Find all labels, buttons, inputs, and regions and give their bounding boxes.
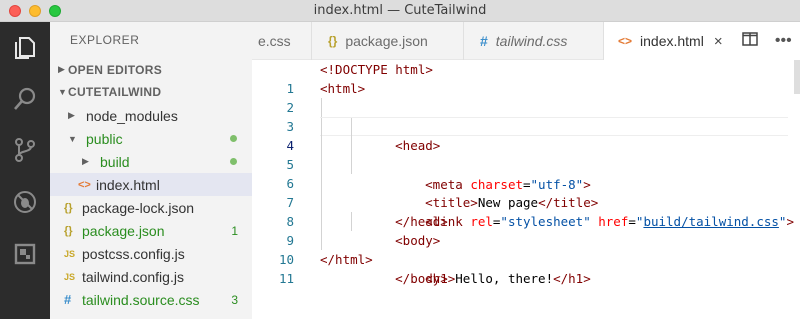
code-line: 8 <body> [252,193,800,248]
tree-item-node-modules[interactable]: ▶ node_modules [50,104,252,127]
activity-source-control[interactable] [0,130,50,170]
code-line: 2 <html> [252,79,800,115]
tree-item-index-html[interactable]: <> index.html [50,173,252,196]
chevron-down-icon: ▼ [58,86,67,97]
code-token: </body> [395,271,448,286]
tree-item-label: node_modules [86,107,178,124]
editor-actions: ••• [734,22,800,60]
code-line-current: 4 <meta charset="utf-8"> [252,117,800,192]
tree-item-label: package-lock.json [82,199,195,216]
title-bar: index.html — CuteTailwind [0,0,800,22]
code-token: <!DOCTYPE html> [320,62,433,77]
js-file-icon: JS [64,271,76,282]
tree-item-package-json[interactable]: {} package.json 1 [50,219,252,242]
files-icon [15,37,35,59]
tree-item-label: tailwind.source.css [82,291,200,308]
tree-item-tailwind-config[interactable]: JS tailwind.config.js [50,265,252,288]
tree-item-package-lock[interactable]: {} package-lock.json [50,196,252,219]
tab-label: package.json [345,33,428,49]
tree-item-postcss-config[interactable]: JS postcss.config.js [50,242,252,265]
search-icon [14,87,36,110]
activity-bar [0,22,50,319]
code-token: </html> [320,252,373,267]
explorer-sidebar: EXPLORER ▶ OPEN EDITORS ▼ CUTETAILWIND ▶… [50,22,252,319]
html-file-icon: <> [618,34,633,48]
more-actions-icon[interactable]: ••• [775,32,792,50]
open-editors-label: OPEN EDITORS [68,62,163,77]
css-file-icon: # [64,292,72,307]
tab-package-json[interactable]: {} package.json [312,22,464,60]
code-line: 1 <!DOCTYPE html> [252,60,800,96]
editor-tab-bar: e.css {} package.json # tailwind.css <> … [252,22,800,60]
project-section[interactable]: ▼ CUTETAILWIND [50,80,252,103]
activity-explorer[interactable] [0,28,50,68]
tree-item-build[interactable]: ▶ build [50,150,252,173]
tree-item-label: build [100,153,130,170]
json-file-icon: {} [64,224,73,237]
project-label: CUTETAILWIND [68,84,162,99]
chevron-right-icon: ▶ [58,64,65,74]
code-line: 6 <link rel="stylesheet" href="build/tai… [252,155,800,229]
tab-label: tailwind.css [495,33,568,49]
modified-dot [230,158,237,165]
code-line: 3 <head> [252,98,800,153]
tree-item-label: package.json [82,222,165,239]
debug-icon [14,191,36,213]
tab-label: e.css [258,33,291,49]
code-line: 11 </html> [252,250,800,286]
open-editors-section[interactable]: ▶ OPEN EDITORS [50,58,252,81]
activity-extensions[interactable] [0,234,50,274]
code-line: 5 <title>New page</title> [252,136,800,210]
activity-search[interactable] [0,79,50,119]
window-title: index.html — CuteTailwind [313,3,487,18]
tree-item-label: index.html [96,176,160,193]
tree-item-label: postcss.config.js [82,245,185,262]
code-line: 7 </head> [252,174,800,229]
code-editor[interactable]: 1 <!DOCTYPE html> 2 <html> 3 <head> 4 <m… [252,60,800,319]
explorer-title: EXPLORER [70,33,140,47]
css-file-icon: # [480,33,488,49]
chevron-right-icon: ▶ [68,110,75,120]
code-line: 9 <h1>Hello, there!</h1> [252,212,800,286]
tree-item-label: tailwind.config.js [82,268,184,285]
modified-dot [230,135,237,142]
tab-label: index.html [640,33,704,49]
tree-item-label: public [86,130,123,147]
tab-index-html[interactable]: <> index.html × [604,22,734,60]
tab-partial-css[interactable]: e.css [252,22,312,60]
git-status-badge: 3 [231,292,238,307]
line-number: 11 [278,271,294,286]
json-file-icon: {} [64,201,73,214]
chevron-down-icon: ▼ [68,133,77,144]
tab-tailwind-css[interactable]: # tailwind.css [464,22,604,60]
html-file-icon: <> [78,178,91,191]
git-status-badge: 1 [231,223,238,238]
close-icon[interactable]: × [714,33,723,50]
source-control-icon [15,138,35,162]
extensions-icon [14,243,36,265]
chevron-right-icon: ▶ [82,156,89,166]
code-token: <html> [320,81,366,96]
tree-item-public[interactable]: ▼ public [50,127,252,150]
tree-item-tailwind-source[interactable]: # tailwind.source.css 3 [50,288,252,311]
js-file-icon: JS [64,248,76,259]
split-editor-icon[interactable] [742,31,759,51]
json-file-icon: {} [328,34,338,48]
code-line: 10 </body> [252,231,800,286]
activity-debug[interactable] [0,182,50,222]
